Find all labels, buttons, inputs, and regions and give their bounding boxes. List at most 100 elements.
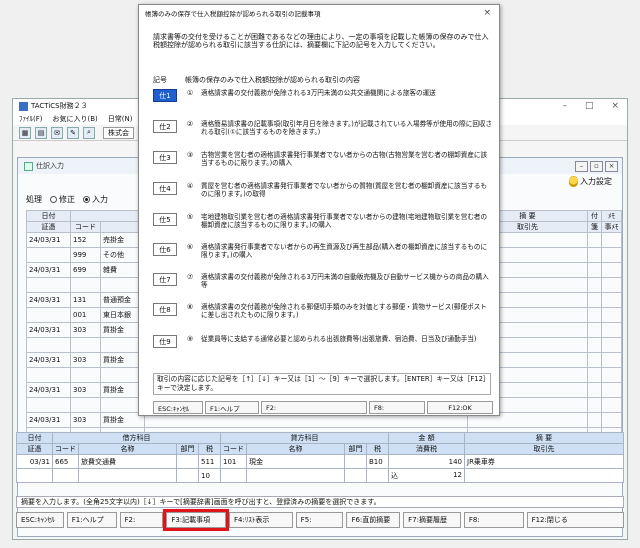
- entry-summary-input[interactable]: JR乗車券: [464, 454, 624, 469]
- ledger-date: 24/03/31: [26, 382, 71, 398]
- entry-date[interactable]: 03/31: [16, 454, 53, 469]
- entry-debit-tax[interactable]: 511: [198, 454, 221, 469]
- ledger-header-attach: 付: [587, 210, 602, 222]
- entry-header-summary: 摘 要: [464, 432, 624, 444]
- dialog-item-8[interactable]: 仕8 ⑧ 適格請求書の交付義務が免除される郵便切手類のみを対価とする郵便・貨物サ…: [153, 303, 493, 319]
- item-text: 質屋を営む者の適格請求書発行事業者でない者からの質物(質屋を営む者の棚卸資産に該…: [201, 182, 488, 198]
- entry-table: 日付 借方科目 貸方科目 金 額 摘 要 証憑 コード 名称 部門 税 コード …: [16, 432, 624, 483]
- dialog-f8-button[interactable]: F8:: [369, 401, 425, 414]
- dialog-f12-ok-button[interactable]: F12:OK: [427, 401, 493, 414]
- dialog-item-9[interactable]: 仕9 ⑨ 従業員等に支給する通常必要と認められる出張旅費等(出張旅費、宿泊費、日…: [153, 335, 493, 348]
- mail-icon[interactable]: ✉: [51, 126, 63, 139]
- entry-credit-name[interactable]: 現金: [246, 454, 345, 469]
- f7-summary-history-button[interactable]: F7:摘要履歴: [403, 512, 461, 528]
- ledger-attach: [587, 397, 602, 413]
- dialog-item-1[interactable]: 仕1 ① 適格請求書の交付義務が免除される3万円未満の公共交通機関による旅客の運…: [153, 89, 493, 102]
- ledger-note: [601, 292, 622, 308]
- entry-h-cname: 名称: [246, 443, 345, 455]
- code-button-8[interactable]: 仕8: [153, 303, 177, 316]
- mode-input-radio[interactable]: 入力: [83, 194, 108, 205]
- entry-debit-name[interactable]: 旅費交通費: [78, 454, 177, 469]
- item-text: 適格請求書の交付義務が免除される3万円未満の公共交通機関による旅客の運送: [201, 89, 436, 97]
- ledger-note: [601, 337, 622, 353]
- dialog-item-6[interactable]: 仕6 ⑥ 適格請求書発行事業者でない者からの再生資源及び再生部品(購入者の棚卸資…: [153, 243, 493, 259]
- ledger-code: [70, 367, 101, 383]
- ledger-date: [26, 397, 71, 413]
- dialog-item-2[interactable]: 仕2 ② 適格簡易請求書の記載事項(取引年月日を除きます。)が記載されている入場…: [153, 120, 493, 136]
- entry-items-dialog: 帳簿のみの保存で仕入税額控除が認められる取引の記載事項 × 請求書等の交付を受け…: [138, 4, 500, 416]
- sub-minimize-button[interactable]: –: [575, 160, 588, 172]
- entry-debit-code[interactable]: 665: [52, 454, 79, 469]
- entry-credit-dept[interactable]: [344, 454, 367, 469]
- entry-amount[interactable]: 140: [388, 454, 465, 469]
- entry-header-debit: 借方科目: [52, 432, 221, 444]
- f1-help-button[interactable]: F1:ヘルプ: [66, 512, 117, 528]
- code-button-2[interactable]: 仕2: [153, 120, 177, 133]
- item-number: ⑨: [186, 335, 194, 343]
- ledger-code: 152: [70, 232, 101, 248]
- entry-debit-taxrate[interactable]: 10: [198, 468, 221, 483]
- code-button-1[interactable]: 仕1: [153, 89, 177, 102]
- dialog-close-button[interactable]: ×: [483, 8, 491, 18]
- sub-close-button[interactable]: ×: [605, 160, 618, 172]
- dialog-title: 帳簿のみの保存で仕入税額控除が認められる取引の記載事項: [145, 10, 321, 18]
- esc-cancel-button[interactable]: ESC:ｷｬﾝｾﾙ: [16, 512, 64, 528]
- sub-restore-button[interactable]: ▫: [590, 160, 603, 172]
- ledger-attach: [587, 367, 602, 383]
- ledger-note: [601, 277, 622, 293]
- ledger-header-note: ﾒﾓ: [601, 210, 622, 222]
- folder-icon[interactable]: ▤: [35, 126, 47, 139]
- entry-tax-amount: 12: [453, 470, 462, 479]
- code-button-5[interactable]: 仕5: [153, 213, 177, 226]
- ledger-date: 24/03/31: [26, 322, 71, 338]
- f4-list-view-button[interactable]: F4:ﾘｽﾄ表示: [229, 512, 293, 528]
- code-button-4[interactable]: 仕4: [153, 182, 177, 195]
- menu-favorites[interactable]: お気に入り(B): [53, 114, 98, 124]
- save-icon[interactable]: ▦: [19, 126, 31, 139]
- lightbulb-icon: [569, 176, 578, 187]
- entry-partner-input[interactable]: [464, 468, 624, 483]
- dialog-f1-help-button[interactable]: F1:ヘルプ: [205, 401, 259, 414]
- menu-daily[interactable]: 日常(N): [108, 114, 133, 124]
- menu-file[interactable]: ﾌｧｲﾙ(F): [19, 114, 43, 124]
- entry-debit-dept[interactable]: [176, 454, 199, 469]
- f2-button[interactable]: F2:: [119, 512, 164, 528]
- entry-credit-code[interactable]: 101: [220, 454, 247, 469]
- f8-button[interactable]: F8:: [463, 512, 524, 528]
- dialog-esc-cancel-button[interactable]: ESC:ｷｬﾝｾﾙ: [153, 401, 203, 414]
- f3-entry-items-button[interactable]: F3:記載事項: [163, 509, 229, 531]
- minimize-button[interactable]: –: [562, 101, 567, 111]
- pin-icon[interactable]: ✎: [67, 126, 79, 139]
- dialog-item-4[interactable]: 仕4 ④ 質屋を営む者の適格請求書発行事業者でない者からの質物(質屋を営む者の棚…: [153, 182, 493, 198]
- ledger-attach: [587, 322, 602, 338]
- dialog-item-3[interactable]: 仕3 ③ 古物営業を営む者の適格請求書発行事業者でない者からの古物(古物営業を営…: [153, 151, 493, 167]
- mode-edit-radio[interactable]: 修正: [50, 194, 75, 205]
- code-button-3[interactable]: 仕3: [153, 151, 177, 164]
- item-text: 古物営業を営む者の適格請求書発行事業者でない者からの古物(古物営業を営む者の棚卸…: [201, 151, 488, 167]
- f5-button[interactable]: F5:: [295, 512, 344, 528]
- code-button-7[interactable]: 仕7: [153, 273, 177, 286]
- dialog-f2-button[interactable]: F2:: [261, 401, 367, 414]
- entry-h-dtax: 税: [198, 443, 221, 455]
- code-button-9[interactable]: 仕9: [153, 335, 177, 348]
- ledger-attach: [587, 382, 602, 398]
- entry-h-voucher: 証憑: [16, 443, 53, 455]
- entry-tax-cell[interactable]: 込 12: [388, 468, 465, 483]
- close-button[interactable]: ×: [611, 101, 619, 111]
- entry-h-cdept: 部門: [344, 443, 367, 455]
- maximize-button[interactable]: □: [585, 101, 594, 111]
- code-button-6[interactable]: 仕6: [153, 243, 177, 256]
- dialog-item-7[interactable]: 仕7 ⑦ 適格請求書の交付義務が免除される3万円未満の自動販売機及び自動サービス…: [153, 273, 493, 289]
- ledger-attach: [587, 292, 602, 308]
- ledger-date: 24/03/31: [26, 352, 71, 368]
- dialog-item-5[interactable]: 仕5 ⑤ 宅地建物取引業を営む者の適格請求書発行事業者でない者からの建物(宅地建…: [153, 213, 493, 229]
- ledger-date: 24/03/31: [26, 292, 71, 308]
- entry-credit-tax[interactable]: B10: [366, 454, 389, 469]
- radio-icon: [50, 196, 57, 203]
- entry-header-date: 日付: [16, 432, 53, 444]
- input-settings-button[interactable]: 入力設定: [569, 176, 612, 187]
- f12-close-button[interactable]: F12:閉じる: [526, 512, 625, 528]
- f6-previous-summary-button[interactable]: F6:直前摘要: [346, 512, 401, 528]
- subwindow-title: 仕訳入力: [36, 162, 64, 170]
- search-icon[interactable]: ⌕: [83, 126, 95, 139]
